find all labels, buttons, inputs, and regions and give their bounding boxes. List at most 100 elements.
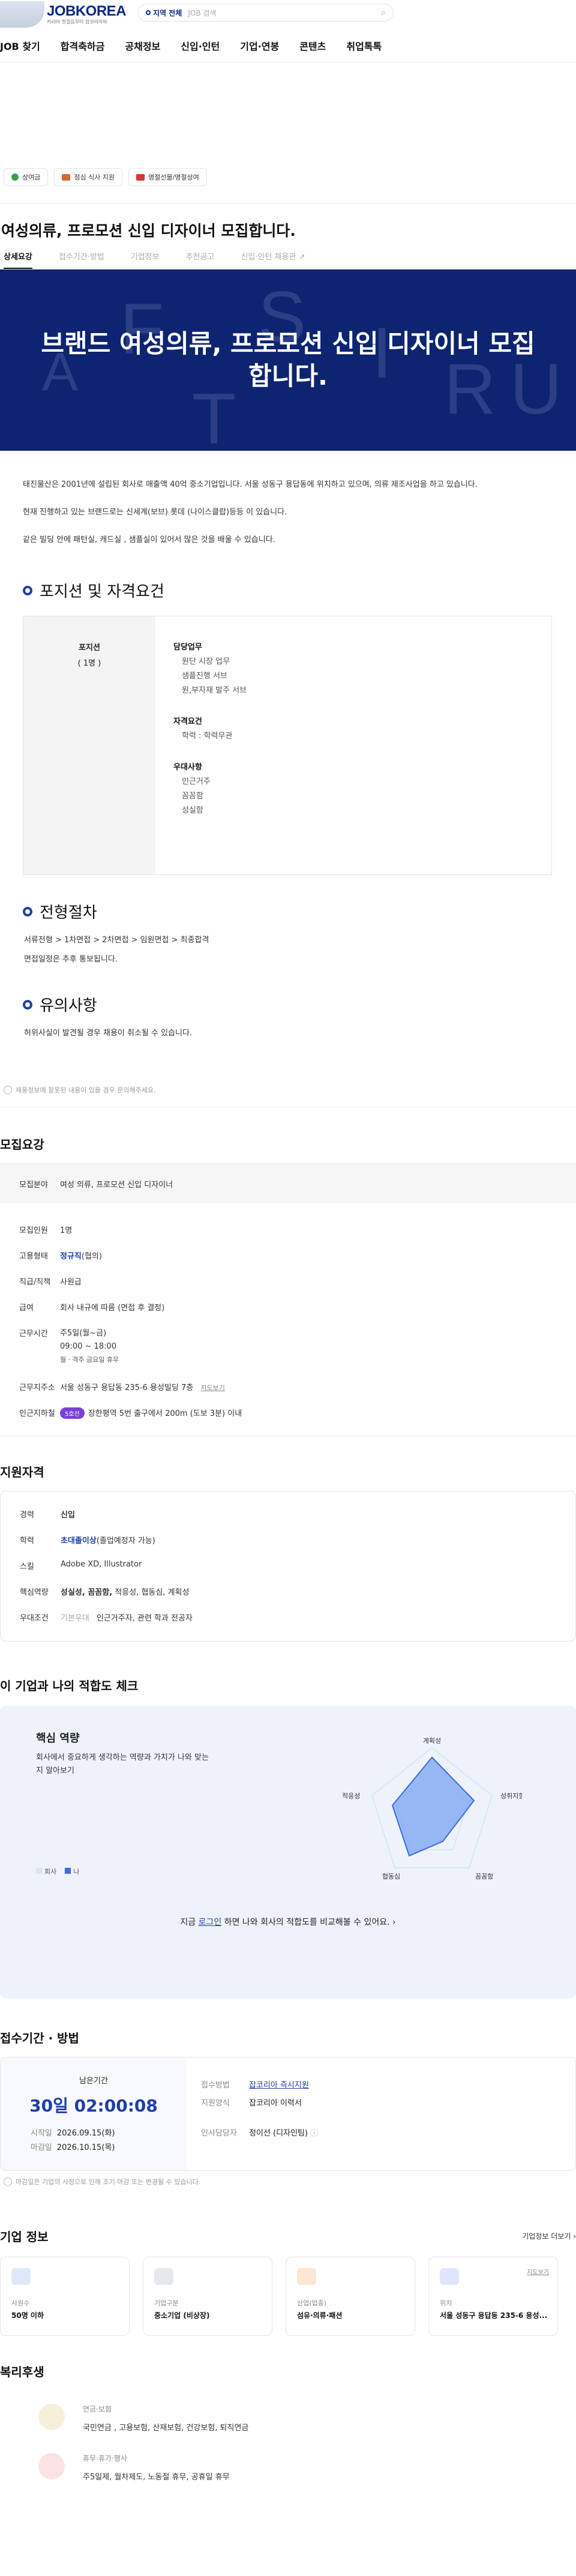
- people-icon: [11, 2268, 31, 2285]
- briefcase-icon: [297, 2268, 316, 2285]
- process-note: 면접일정은 추후 통보됩니다.: [24, 955, 118, 964]
- intro-text: 태진물산은 2001년에 설립된 회사로 매출액 40억 중소기업입니다. 서울…: [23, 480, 478, 489]
- qualify-card: 경력 신입 학력 초대졸이상(졸업예정자 가능) 스킬 Adobe XD, Illus…: [0, 1491, 576, 1642]
- qualify-row: 경력 신입: [20, 1511, 75, 1520]
- location-selector[interactable]: 지역 전체: [146, 8, 182, 18]
- main-nav: JOB 찾기 합격축하금 공채정보 신입·인턴 기업·연봉 콘텐츠 취업톡톡: [0, 29, 576, 62]
- jobkorea-logo[interactable]: JOBKOREA 커리어 첫걸음부터 잡코리아와: [47, 4, 127, 25]
- welfare-item: 휴무·휴가·행사 주5일제, 월차제도, 노동절 휴무, 공휴일 휴무: [0, 2453, 576, 2482]
- remain-counter: 30일 02:00:08: [29, 2096, 158, 2116]
- summary-table: 모집분야 여성 의류, 프로모션 신입 디자이너 모집인원 1명 고용형태 정규직(협…: [0, 1163, 576, 1436]
- hero-banner: A F T S I R U 브랜드 여성의류, 프로모션 신입 디자이너 모집합…: [0, 269, 576, 451]
- company-card-location: 지도보기 위치 서울 성동구 용답동 235-6 용성...: [428, 2257, 558, 2336]
- tab-company-info[interactable]: 기업정보: [131, 250, 160, 262]
- benefit-chip: 상여금: [4, 168, 49, 186]
- hero-heading: 브랜드 여성의류, 프로모션 신입 디자이너 모집합니다.: [41, 329, 535, 391]
- tab-recommend[interactable]: 추천공고: [186, 250, 215, 262]
- position-label-col: 포지션 ( 1명 ): [23, 616, 155, 874]
- company-more-link[interactable]: 기업정보 더보기 ›: [522, 2231, 576, 2241]
- position-detail-col: 담당업무 원단 시장 업무 샘플진행 서브 원,부자재 발주 서브 자격요건 학…: [173, 643, 247, 815]
- section-heading: 포지션 및 자격요건: [0, 579, 576, 601]
- brand-tagline: 커리어 첫걸음부터 잡코리아와: [47, 19, 107, 25]
- fit-desc: 회사에서 중요하게 생각하는 역량과 가치가 나와 맞는지 알아보기: [36, 1753, 209, 1775]
- legend-me-swatch: [65, 1868, 71, 1874]
- summary-row: 인근지하철 5호선 장한평역 5번 출구에서 200m (도보 3분) 이내: [0, 1407, 576, 1419]
- tab-detail[interactable]: 상세요강: [4, 250, 32, 269]
- company-header: 기업 정보 기업정보 더보기 ›: [0, 2227, 576, 2245]
- subway-line-badge: 5호선: [60, 1407, 85, 1419]
- benefit-chips: 상여금 점심 식사 지원 명절선물/명절상여: [0, 168, 576, 186]
- radar-axis-label: 꼼꼼함: [475, 1873, 493, 1880]
- fit-login-cta[interactable]: 지금 로그인 하면 나와 회사의 적합도를 비교해볼 수 있어요. ›: [0, 1916, 576, 1928]
- radar-my-area: [391, 1756, 475, 1857]
- apply-title: 접수기간 · 방법: [0, 2031, 79, 2045]
- job-title: 여성의류, 프로모션 신입 디자이너 모집합니다.: [1, 222, 296, 239]
- map-link[interactable]: 지도보기: [527, 2267, 549, 2276]
- party-icon: [38, 2453, 65, 2479]
- external-link-icon: ↗: [298, 253, 305, 262]
- fit-legend: 회사 나: [36, 1867, 79, 1876]
- section-heading: 유의사항: [0, 993, 576, 1016]
- location-pin-icon: [440, 2268, 459, 2285]
- search-icon[interactable]: ⌕: [381, 8, 386, 17]
- gift-icon: [136, 173, 145, 181]
- radar-chart: 계획성 성취지향성 꼼꼼함 협동심 적응성: [342, 1737, 522, 1880]
- nav-item-company[interactable]: 기업·연봉: [240, 38, 279, 53]
- qualify-title: 지원자격: [0, 1465, 44, 1479]
- qualify-row: 핵심역량 성실성, 꼼꼼함, 적응성, 협동심, 계획성: [20, 1588, 190, 1597]
- summary-title: 모집요강: [0, 1137, 44, 1152]
- legend-company-swatch: [36, 1868, 42, 1874]
- company-card-employees: 사원수 50명 이하: [0, 2257, 130, 2336]
- company-cards: 사원수 50명 이하 기업구분 중소기업 (비상장) 산업(업종) 섬유·의류·패션 …: [0, 2257, 576, 2336]
- money-bag-icon: [38, 2404, 65, 2430]
- nav-item-newcomer[interactable]: 신입·인턴: [181, 38, 220, 53]
- radar-axis-label: 협동심: [382, 1873, 400, 1880]
- caution-text: 허위사실이 발견될 경우 채용이 취소될 수 있습니다.: [24, 1029, 193, 1038]
- summary-row: 근무지주소 서울 성동구 용답동 235-6 용성빌딩 7층 지도보기: [19, 1383, 225, 1392]
- location-pin-icon: [146, 10, 151, 15]
- radar-axis-label: 적응성: [342, 1792, 360, 1800]
- benefit-chip: 명절선물/명절상여: [128, 168, 207, 186]
- info-icon: [4, 2177, 12, 2186]
- bullet-circle-icon: [23, 906, 32, 916]
- summary-row: 근무시간 주5일(월~금) 09:00 ~ 18:00 월ㆍ격주 금요일 휴무: [19, 1329, 119, 1364]
- company-title: 기업 정보: [0, 2230, 49, 2244]
- summary-row: 직급/직책 사원급: [19, 1278, 82, 1287]
- qualify-row: 학력 초대졸이상(졸업예정자 가능): [20, 1536, 155, 1545]
- fit-panel: 핵심 역량 회사에서 중요하게 생각하는 역량과 가치가 나와 맞는지 알아보기…: [0, 1706, 576, 1999]
- company-card-industry: 산업(업종) 섬유·의류·패션: [286, 2257, 415, 2336]
- radar-axis-label: 성취지향성: [500, 1792, 522, 1800]
- nav-item-contents[interactable]: 콘텐츠: [299, 38, 326, 53]
- apply-method-col: 접수방법 잡코리아 즉시지원 지원양식 잡코리아 이력서 인사담당자 정이선 (디자인…: [201, 2081, 319, 2138]
- info-icon[interactable]: ⓘ: [310, 2129, 318, 2138]
- map-link[interactable]: 지도보기: [200, 1384, 224, 1392]
- nav-item-reward[interactable]: 합격축하금: [61, 38, 105, 53]
- apply-method-link[interactable]: 잡코리아 즉시지원: [249, 2081, 309, 2090]
- tab-newcomer-hall[interactable]: 신입·인턴 채용관 ↗: [241, 250, 305, 262]
- fit-title: 이 기업과 나의 적합도 체크: [0, 1679, 139, 1693]
- qualify-row: 스킬 Adobe XD, Illustrator: [20, 1560, 142, 1571]
- position-box: 포지션 ( 1명 ) 담당업무 원단 시장 업무 샘플진행 서브 원,부자재 발…: [23, 616, 552, 875]
- detail-tabs: 상세요강 접수기간·방법 기업정보 추천공고 신입·인턴 채용관 ↗: [0, 250, 576, 269]
- search-input[interactable]: JOB 검색: [188, 8, 381, 18]
- nav-item-talk[interactable]: 취업톡톡: [346, 38, 382, 53]
- summary-row: 모집인원 1명: [19, 1226, 73, 1235]
- welfare-item: 연금·보험 국민연금 , 고용보험, 산재보험, 건강보험, 퇴직연금: [0, 2404, 576, 2433]
- bullet-circle-icon: [23, 585, 32, 595]
- summary-row: 고용형태 정규직(협의): [19, 1252, 102, 1261]
- welfare-title: 복리후생: [0, 2365, 44, 2379]
- report-note: 채용정보에 잘못된 내용이 있을 경우 문의해주세요.: [0, 1085, 576, 1095]
- mascot-image: [0, 1, 44, 28]
- intro-text: 같은 빌딩 안에 패턴실, 캐드실 , 샘플실이 있어서 많은 것을 배울 수 …: [23, 535, 275, 544]
- process-steps: 서류전형 > 1차면접 > 2차면접 > 임원면접 > 최종합격: [24, 936, 209, 945]
- fit-card-title: 핵심 역량: [36, 1732, 80, 1745]
- benefit-chip: 점심 식사 지원: [54, 168, 123, 186]
- nav-item-job[interactable]: JOB 찾기: [0, 38, 40, 53]
- chevron-right-icon: ›: [392, 1918, 396, 1927]
- summary-row: 모집분야 여성 의류, 프로모션 신입 디자이너: [0, 1164, 576, 1203]
- section-heading: 전형절차: [0, 900, 576, 922]
- search-bar[interactable]: 지역 전체 JOB 검색 ⌕: [138, 4, 394, 22]
- tab-apply-period[interactable]: 접수기간·방법: [59, 250, 104, 262]
- nav-item-public[interactable]: 공채정보: [125, 38, 160, 53]
- apply-remain-col: 남은기간 30일 02:00:08 시작일 2026.09.15(화) 마감일 20…: [1, 2057, 187, 2170]
